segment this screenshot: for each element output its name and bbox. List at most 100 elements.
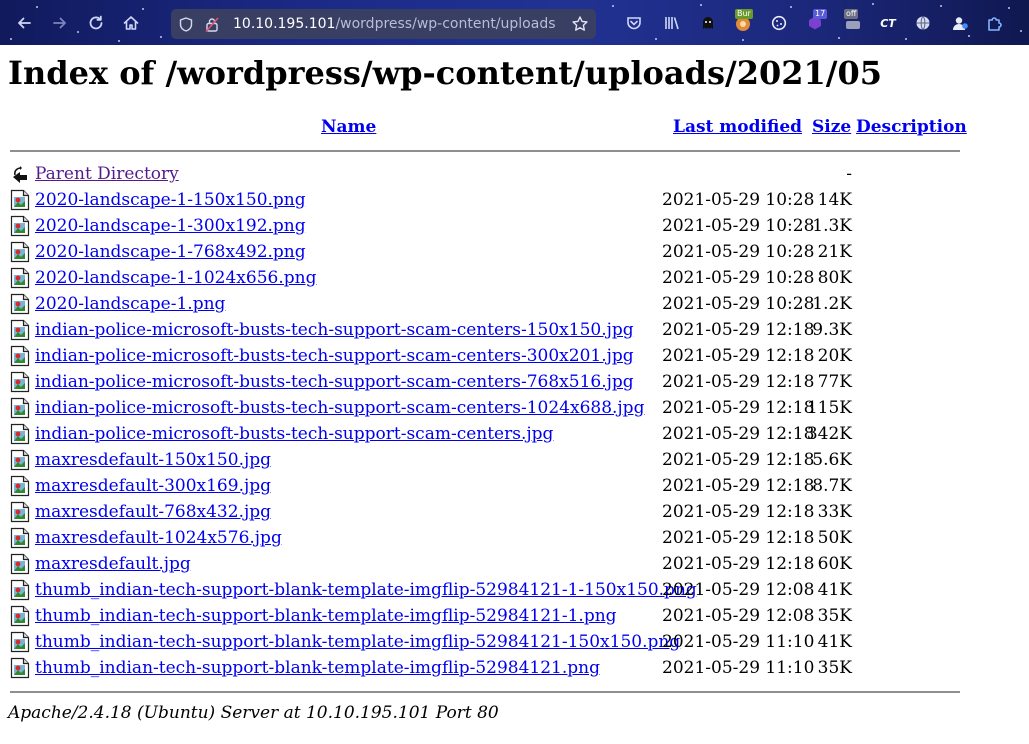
off-toggle-icon[interactable]: off <box>843 9 863 33</box>
ct-label: CT <box>880 16 896 30</box>
file-last-modified: 2021-05-29 10:28 <box>662 294 815 314</box>
file-last-modified: 2021-05-29 12:18 <box>662 476 815 496</box>
image-file-icon <box>10 657 30 679</box>
insecure-lock-icon[interactable] <box>205 17 219 32</box>
url-text[interactable]: 10.10.195.101/wordpress/wp-content/uploa… <box>233 16 555 32</box>
file-last-modified: 2021-05-29 12:18 <box>662 346 815 366</box>
file-last-modified: 2021-05-29 12:18 <box>662 320 815 340</box>
file-size: 21K <box>817 242 852 262</box>
file-link[interactable]: indian-police-microsoft-busts-tech-suppo… <box>35 346 634 366</box>
image-file-icon <box>10 475 30 497</box>
file-link[interactable]: 2020-landscape-1-300x192.png <box>35 216 306 236</box>
file-size: 80K <box>817 268 852 288</box>
parent-directory-row: Parent Directory - <box>0 162 1029 188</box>
file-row: indian-police-microsoft-busts-tech-suppo… <box>0 396 1029 422</box>
image-file-icon <box>10 215 30 237</box>
file-last-modified: 2021-05-29 12:08 <box>662 580 815 600</box>
file-size: 60K <box>817 554 852 574</box>
file-link[interactable]: indian-police-microsoft-busts-tech-suppo… <box>35 398 644 418</box>
back-arrow-icon[interactable] <box>13 12 35 34</box>
image-file-icon <box>10 605 30 627</box>
file-row: 2020-landscape-1.png 2021-05-29 10:28 1.2K <box>0 292 1029 318</box>
library-icon[interactable] <box>662 13 682 33</box>
image-file-icon <box>10 293 30 315</box>
file-size: 8.7K <box>812 476 852 496</box>
image-file-icon <box>10 241 30 263</box>
file-last-modified: 2021-05-29 11:10 <box>662 658 815 678</box>
image-file-icon <box>10 527 30 549</box>
parent-directory-link[interactable]: Parent Directory <box>35 164 179 184</box>
file-size: 35K <box>817 606 852 626</box>
forward-arrow-icon[interactable] <box>49 12 71 34</box>
page-title: Index of /wordpress/wp-content/uploads/2… <box>8 54 882 92</box>
file-link[interactable]: 2020-landscape-1-768x492.png <box>35 242 306 262</box>
file-last-modified: 2021-05-29 11:10 <box>662 632 815 652</box>
extension-user-icon[interactable] <box>950 13 970 33</box>
extension-ghost-icon[interactable] <box>698 13 718 33</box>
file-last-modified: 2021-05-29 12:08 <box>662 606 815 626</box>
file-last-modified: 2021-05-29 10:28 <box>662 216 815 236</box>
image-file-icon <box>10 423 30 445</box>
pocket-icon[interactable] <box>624 13 644 33</box>
file-link[interactable]: maxresdefault-300x169.jpg <box>35 476 271 496</box>
reload-icon[interactable] <box>85 12 107 34</box>
extension-globe-icon[interactable] <box>913 13 933 33</box>
column-header-size[interactable]: Size <box>812 117 851 137</box>
tracking-protection-shield-icon[interactable] <box>179 17 193 32</box>
image-file-icon <box>10 631 30 653</box>
url-host: 10.10.195.101 <box>233 16 336 32</box>
extension-badge-icon[interactable]: 17 <box>805 9 828 33</box>
column-header-last-modified[interactable]: Last modified <box>673 117 802 137</box>
home-icon[interactable] <box>120 12 142 34</box>
file-last-modified: 2021-05-29 12:18 <box>662 502 815 522</box>
column-header-description[interactable]: Description <box>856 117 967 137</box>
file-link[interactable]: 2020-landscape-1-150x150.png <box>35 190 306 210</box>
file-last-modified: 2021-05-29 12:18 <box>662 424 815 444</box>
file-link[interactable]: thumb_indian-tech-support-blank-template… <box>35 606 617 626</box>
file-link[interactable]: maxresdefault-150x150.jpg <box>35 450 271 470</box>
file-link[interactable]: thumb_indian-tech-support-blank-template… <box>35 580 697 600</box>
file-last-modified: 2021-05-29 10:28 <box>662 190 815 210</box>
file-link[interactable]: indian-police-microsoft-busts-tech-suppo… <box>35 372 634 392</box>
file-row: thumb_indian-tech-support-blank-template… <box>0 604 1029 630</box>
file-size: 50K <box>817 528 852 548</box>
file-link[interactable]: 2020-landscape-1-1024x656.png <box>35 268 316 288</box>
file-last-modified: 2021-05-29 12:18 <box>662 554 815 574</box>
file-link[interactable]: 2020-landscape-1.png <box>35 294 225 314</box>
file-link[interactable]: indian-police-microsoft-busts-tech-suppo… <box>35 424 553 444</box>
file-size: 77K <box>817 372 852 392</box>
file-size: 342K <box>806 424 852 444</box>
image-file-icon <box>10 501 30 523</box>
file-link[interactable]: maxresdefault-768x432.jpg <box>35 502 271 522</box>
file-row: maxresdefault-300x169.jpg 2021-05-29 12:1… <box>0 474 1029 500</box>
file-size: 35K <box>817 658 852 678</box>
extension-ct-icon[interactable]: CT <box>878 13 898 33</box>
file-link[interactable]: thumb_indian-tech-support-blank-template… <box>35 658 600 678</box>
file-row: 2020-landscape-1-1024x656.png 2021-05-29 … <box>0 266 1029 292</box>
file-link[interactable]: indian-police-microsoft-busts-tech-suppo… <box>35 320 634 340</box>
extensions-puzzle-icon[interactable] <box>985 13 1005 33</box>
file-link[interactable]: thumb_indian-tech-support-blank-template… <box>35 632 680 652</box>
bookmark-star-icon[interactable] <box>571 15 589 33</box>
file-row: 2020-landscape-1-300x192.png 2021-05-29 1… <box>0 214 1029 240</box>
file-size: 9.3K <box>812 320 852 340</box>
file-row: 2020-landscape-1-150x150.png 2021-05-29 1… <box>0 188 1029 214</box>
file-link[interactable]: maxresdefault.jpg <box>35 554 191 574</box>
file-size: 20K <box>817 346 852 366</box>
file-row: indian-police-microsoft-busts-tech-suppo… <box>0 318 1029 344</box>
file-last-modified: 2021-05-29 10:28 <box>662 268 815 288</box>
url-path: /wordpress/wp-content/uploads/ <box>335 16 555 32</box>
file-row: indian-police-microsoft-busts-tech-suppo… <box>0 422 1029 448</box>
column-header-name[interactable]: Name <box>321 117 376 137</box>
burp-proxy-icon[interactable]: Bur <box>733 9 753 33</box>
cookie-icon[interactable] <box>769 13 789 33</box>
file-link[interactable]: maxresdefault-1024x576.jpg <box>35 528 282 548</box>
file-last-modified: 2021-05-29 12:18 <box>662 528 815 548</box>
file-size: 1.3K <box>812 216 852 236</box>
file-last-modified: 2021-05-29 12:18 <box>662 372 815 392</box>
file-last-modified: 2021-05-29 12:18 <box>662 398 815 418</box>
image-file-icon <box>10 449 30 471</box>
file-row: thumb_indian-tech-support-blank-template… <box>0 656 1029 682</box>
browser-toolbar: 10.10.195.101/wordpress/wp-content/uploa… <box>0 0 1029 45</box>
address-bar[interactable]: 10.10.195.101/wordpress/wp-content/uploa… <box>171 9 596 39</box>
